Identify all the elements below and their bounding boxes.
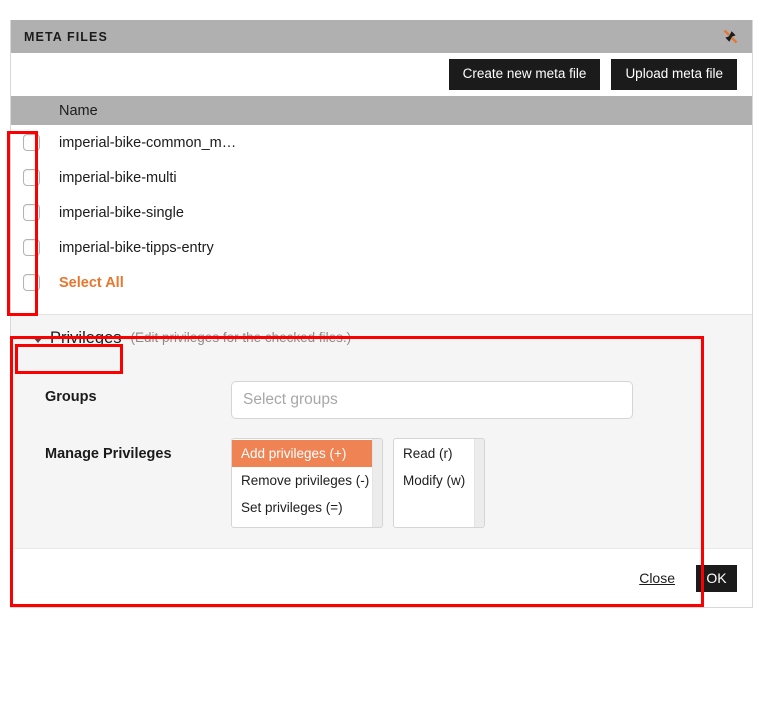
groups-row: Groups xyxy=(11,381,752,419)
file-table-header: Name xyxy=(11,96,752,125)
file-name: imperial-bike-multi xyxy=(59,169,177,186)
privileges-panel: Privileges (Edit privileges for the chec… xyxy=(11,314,752,548)
row-checkbox[interactable] xyxy=(22,204,40,221)
row-checkbox-cell xyxy=(11,204,51,221)
privilege-action-listbox[interactable]: Add privileges (+) Remove privileges (-)… xyxy=(231,438,383,528)
groups-input[interactable] xyxy=(231,381,633,419)
select-all-checkbox-cell xyxy=(11,274,51,291)
file-name: imperial-bike-single xyxy=(59,204,184,221)
privileges-form: Groups Manage Privileges Add privileges … xyxy=(11,381,752,528)
privileges-section-title: Privileges xyxy=(50,329,122,347)
ok-button[interactable]: OK xyxy=(696,564,737,592)
listbox-option[interactable]: Set privileges (=) xyxy=(232,494,382,521)
dialog-titlebar: META FILES xyxy=(11,20,752,53)
table-row[interactable]: imperial-bike-multi xyxy=(11,160,752,195)
row-checkbox[interactable] xyxy=(22,169,40,186)
row-checkbox-cell xyxy=(11,134,51,151)
listbox-option[interactable]: Remove privileges (-) xyxy=(232,467,382,494)
row-checkbox[interactable] xyxy=(22,239,40,256)
meta-files-dialog: META FILES Create new meta file Upload m… xyxy=(10,20,753,608)
privileges-selects: Add privileges (+) Remove privileges (-)… xyxy=(231,438,485,528)
listbox-option[interactable]: Add privileges (+) xyxy=(232,440,373,467)
privileges-toggle[interactable]: Privileges xyxy=(33,329,122,348)
privileges-header: Privileges (Edit privileges for the chec… xyxy=(11,329,752,355)
manage-privileges-row: Manage Privileges Add privileges (+) Rem… xyxy=(11,438,752,528)
dialog-footer: Close OK xyxy=(11,548,752,607)
table-row[interactable]: imperial-bike-tipps-entry xyxy=(11,230,752,265)
manage-privileges-label: Manage Privileges xyxy=(45,446,172,462)
file-name: imperial-bike-common_m… xyxy=(59,134,237,151)
row-checkbox-cell xyxy=(11,239,51,256)
listbox-option[interactable]: Read (r) xyxy=(394,440,484,467)
close-link[interactable]: Close xyxy=(639,570,675,586)
select-all-checkbox[interactable] xyxy=(22,274,40,291)
row-checkbox-cell xyxy=(11,169,51,186)
permission-listbox[interactable]: Read (r) Modify (w) xyxy=(393,438,485,528)
row-checkbox[interactable] xyxy=(22,134,40,151)
collapse-diagonal-icon[interactable] xyxy=(720,27,740,47)
select-all-row[interactable]: Select All xyxy=(11,265,752,300)
dialog-toolbar: Create new meta file Upload meta file xyxy=(11,53,752,96)
table-row[interactable]: imperial-bike-common_m… xyxy=(11,125,752,160)
dialog-title: META FILES xyxy=(24,29,108,44)
column-header-name: Name xyxy=(59,102,98,119)
select-all-label[interactable]: Select All xyxy=(51,275,124,291)
caret-down-icon xyxy=(33,336,43,343)
listbox-scrollbar[interactable] xyxy=(372,439,382,527)
list-bottom-spacer xyxy=(11,300,752,314)
listbox-option[interactable]: Modify (w) xyxy=(394,467,484,494)
table-row[interactable]: imperial-bike-single xyxy=(11,195,752,230)
create-new-meta-file-button[interactable]: Create new meta file xyxy=(448,59,601,90)
privileges-hint: (Edit privileges for the checked files.) xyxy=(130,329,352,345)
file-name: imperial-bike-tipps-entry xyxy=(59,239,214,256)
listbox-scrollbar[interactable] xyxy=(474,439,484,527)
groups-label: Groups xyxy=(45,389,97,405)
upload-meta-file-button[interactable]: Upload meta file xyxy=(611,59,737,90)
